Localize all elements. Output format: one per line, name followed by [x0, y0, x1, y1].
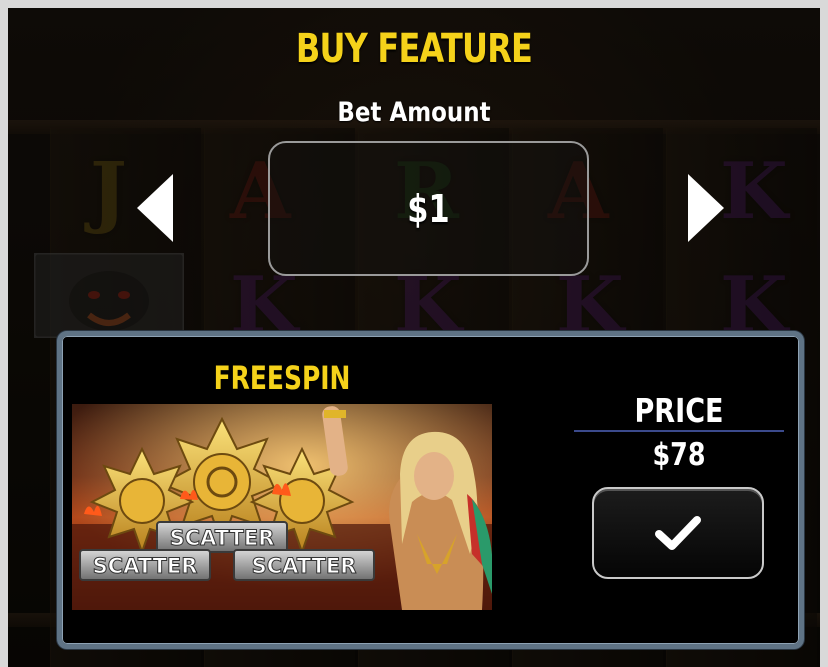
scatter-label: SCATTER [93, 554, 198, 578]
bet-amount-label: Bet Amount [337, 97, 491, 128]
feature-name: FREESPIN [213, 359, 351, 397]
arrow-left-icon [137, 174, 173, 242]
scatter-label: SCATTER [170, 526, 275, 550]
bet-amount-value: $1 [407, 186, 450, 231]
confirm-buy-button[interactable] [592, 487, 764, 579]
dialog-title: BUY FEATURE [295, 26, 533, 72]
scatter-artwork-icon: SCATTER SCATTER SCATTER [72, 404, 492, 610]
price-divider [574, 430, 784, 432]
checkmark-icon [655, 516, 701, 550]
price-value: $78 [652, 437, 706, 473]
decrease-bet-button[interactable] [135, 172, 175, 244]
increase-bet-button[interactable] [686, 172, 726, 244]
arrow-right-icon [688, 174, 724, 242]
freespin-artwork: SCATTER SCATTER SCATTER [72, 404, 492, 610]
price-label: PRICE [634, 391, 724, 430]
bet-amount-display: $1 [268, 141, 589, 276]
scatter-label: SCATTER [252, 554, 357, 578]
